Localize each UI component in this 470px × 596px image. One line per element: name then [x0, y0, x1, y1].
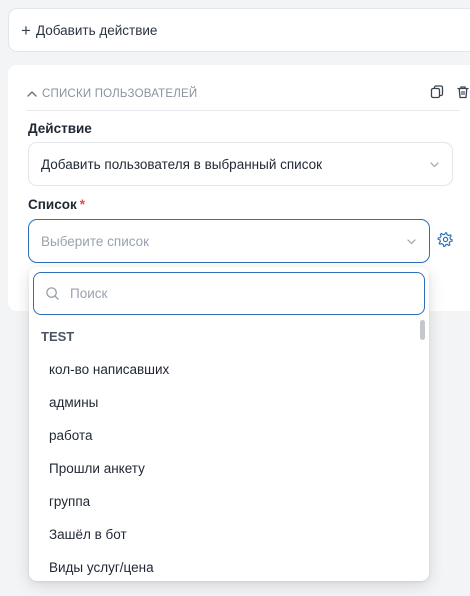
list-option[interactable]: группа — [29, 485, 419, 518]
copy-icon[interactable] — [430, 85, 444, 99]
chevron-down-icon — [407, 239, 416, 245]
group-header: TEST — [41, 329, 75, 344]
search-icon — [46, 287, 59, 300]
trash-icon[interactable] — [456, 85, 470, 99]
search-input[interactable] — [70, 286, 390, 301]
add-action-button[interactable]: + Добавить действие — [8, 8, 470, 52]
card-header[interactable]: СПИСКИ ПОЛЬЗОВАТЕЛЕЙ — [26, 77, 469, 111]
plus-icon: + — [21, 20, 31, 40]
list-select[interactable]: Выберите список — [28, 219, 430, 263]
list-option[interactable]: кол-во написавших — [29, 353, 419, 386]
gear-icon[interactable] — [437, 231, 454, 248]
options-list: кол-во написавших админы работа Прошли а… — [29, 353, 419, 581]
action-select[interactable]: Добавить пользователя в выбранный список — [28, 142, 453, 186]
scrollbar[interactable] — [420, 320, 425, 340]
chevron-down-icon — [430, 162, 439, 168]
required-mark: * — [79, 197, 85, 212]
action-select-value: Добавить пользователя в выбранный список — [41, 156, 323, 172]
action-label: Действие — [28, 121, 92, 136]
list-option[interactable]: админы — [29, 386, 419, 419]
list-option[interactable]: Зашёл в бот — [29, 518, 419, 551]
list-option[interactable]: работа — [29, 419, 419, 452]
list-option[interactable]: Прошли анкету — [29, 452, 419, 485]
list-label: Список — [28, 197, 77, 212]
chevron-up-icon[interactable] — [26, 88, 38, 100]
add-action-label: Добавить действие — [35, 22, 158, 38]
section-title: СПИСКИ ПОЛЬЗОВАТЕЛЕЙ — [42, 87, 198, 100]
search-box[interactable] — [33, 272, 425, 315]
list-select-placeholder: Выберите список — [41, 233, 150, 249]
list-label-row: Список * — [28, 197, 85, 212]
header-actions — [430, 85, 470, 99]
list-dropdown: TEST кол-во написавших админы работа Про… — [29, 267, 429, 581]
list-option[interactable]: Виды услуг/цена — [29, 551, 419, 581]
